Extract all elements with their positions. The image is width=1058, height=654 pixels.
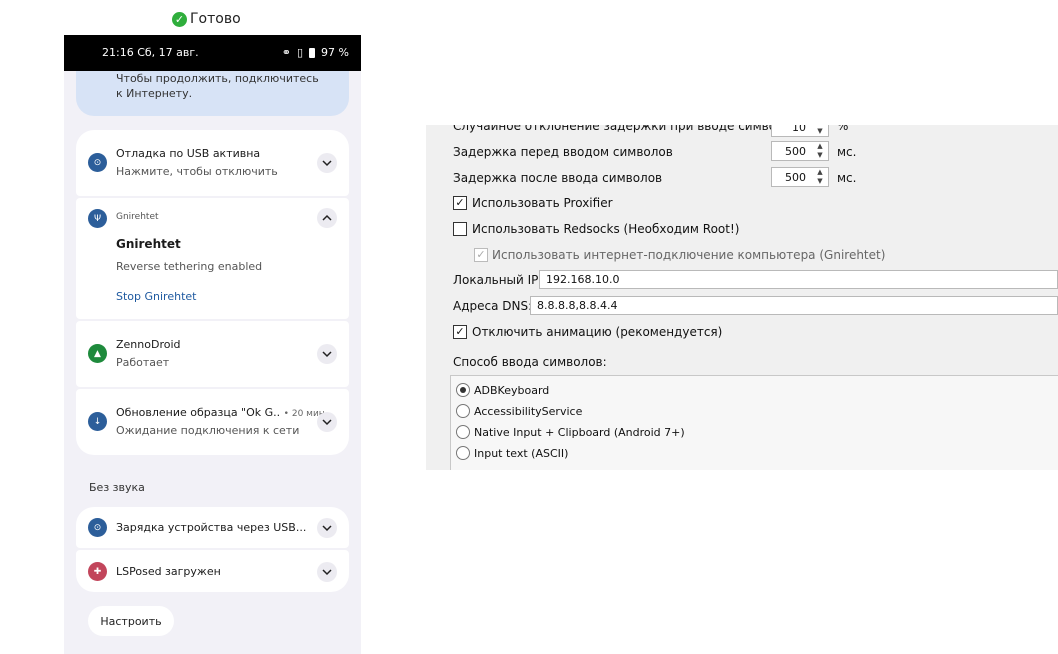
redsocks-label: Использовать Redsocks (Необходим Root!) <box>472 222 740 236</box>
customize-button[interactable]: Настроить <box>88 606 174 636</box>
dns-input[interactable]: 8.8.8.8,8.8.4.4 <box>530 296 1058 315</box>
notification-zennodroid[interactable]: ▲ ZennoDroid Работает <box>76 321 349 387</box>
vibrate-icon: ▯ <box>296 46 304 59</box>
phone-status-bar: 21:16 Сб, 17 авг. ⚭ ▯ 97 % <box>64 35 361 71</box>
proxifier-label: Использовать Proxifier <box>472 196 613 210</box>
network-required-text: Чтобы продолжить, подключитесь к Интерне… <box>116 72 319 100</box>
network-required-card[interactable]: Чтобы продолжить, подключитесь к Интерне… <box>76 71 349 116</box>
random-delay-label: Случайное отклонение задержки при вводе … <box>453 125 799 133</box>
delay-before-label: Задержка перед вводом символов <box>453 145 673 159</box>
delay-before-spinner[interactable]: 500 ▲ ▼ <box>771 141 829 161</box>
notification-usb-charging[interactable]: ⊙ Зарядка устройства через USB... <box>76 507 349 548</box>
spinner-arrows-icon[interactable]: ▲▼ <box>814 125 826 136</box>
notification-subtitle: Работает <box>116 356 170 369</box>
redsocks-checkbox[interactable] <box>453 222 467 236</box>
collapse-chevron-icon[interactable] <box>317 208 337 228</box>
expand-chevron-icon[interactable] <box>317 412 337 432</box>
radio-native-input-label: Native Input + Clipboard (Android 7+) <box>474 426 685 439</box>
radio-accessibility[interactable] <box>456 404 470 418</box>
notification-app-name: Gnirehtet <box>116 212 159 222</box>
disable-animation-checkbox[interactable]: ✓ <box>453 325 467 339</box>
notification-title: Обновление образца "Ok G.. • 20 мин. <box>116 406 328 419</box>
notification-update[interactable]: ↓ Обновление образца "Ok G.. • 20 мин. О… <box>76 389 349 455</box>
notification-subtitle: Нажмите, чтобы отключить <box>116 165 278 178</box>
notification-subtitle: Ожидание подключения к сети <box>116 424 300 437</box>
status-time: 21:16 Сб, 17 авг. <box>102 46 199 59</box>
disable-animation-label: Отключить анимацию (рекомендуется) <box>472 325 723 339</box>
random-delay-unit: % <box>837 125 849 133</box>
notification-gnirehtet[interactable]: Ψ Gnirehtet Gnirehtet Reverse tethering … <box>76 198 349 319</box>
proxifier-checkbox[interactable]: ✓ <box>453 196 467 210</box>
delay-after-label: Задержка после ввода символов <box>453 171 663 185</box>
settings-form: Случайное отклонение задержки при вводе … <box>426 125 1058 470</box>
lsposed-icon: ✚ <box>88 562 107 581</box>
delay-after-unit: мс. <box>837 171 857 185</box>
radio-input-text[interactable] <box>456 446 470 460</box>
input-method-label: Способ ввода символов: <box>453 355 607 369</box>
battery-level: 97 % <box>321 46 349 59</box>
link-icon: ⚭ <box>281 46 291 59</box>
phone-notification-shade: 21:16 Сб, 17 авг. ⚭ ▯ 97 % Чтобы продолж… <box>64 35 361 654</box>
delay-before-unit: мс. <box>837 145 857 159</box>
local-ip-label: Локальный IP: <box>453 273 543 287</box>
dns-label: Адреса DNS: <box>453 299 533 313</box>
delay-after-spinner[interactable]: 500 ▲ ▼ <box>771 167 829 187</box>
ready-status: ✓ Готово <box>172 10 241 28</box>
notification-title: Gnirehtet <box>116 237 181 251</box>
notification-usb-debug[interactable]: ⊙ Отладка по USB активна Нажмите, чтобы … <box>76 130 349 196</box>
pc-internet-label: Использовать интернет-подключение компью… <box>492 248 886 262</box>
silent-section-header: Без звука <box>89 481 145 494</box>
settings-panel: Случайное отклонение задержки при вводе … <box>426 0 1058 654</box>
usb-icon: Ψ <box>88 209 107 228</box>
notification-subtitle: Reverse tethering enabled <box>116 260 263 273</box>
usb-debug-icon: ⊙ <box>88 153 107 172</box>
check-circle-icon: ✓ <box>172 11 187 27</box>
local-ip-input[interactable]: 192.168.10.0 <box>539 270 1058 289</box>
pc-internet-checkbox[interactable]: ✓ <box>474 248 488 262</box>
spinner-arrows-icon[interactable]: ▲▼ <box>814 168 826 186</box>
notification-title: Отладка по USB активна <box>116 147 261 160</box>
zenno-icon: ▲ <box>88 344 107 363</box>
ready-label: Готово <box>190 11 241 27</box>
stop-gnirehtet-button[interactable]: Stop Gnirehtet <box>116 290 196 303</box>
battery-icon <box>309 47 316 58</box>
expand-chevron-icon[interactable] <box>317 344 337 364</box>
spinner-arrows-icon[interactable]: ▲▼ <box>814 142 826 160</box>
notification-lsposed[interactable]: ✚ LSPosed загружен <box>76 550 349 592</box>
notification-title: ZennoDroid <box>116 338 181 351</box>
random-delay-spinner[interactable]: 10 ▲▼ <box>771 125 829 137</box>
download-icon: ↓ <box>88 412 107 431</box>
radio-accessibility-label: AccessibilityService <box>474 405 583 418</box>
usb-debug-icon: ⊙ <box>88 518 107 537</box>
notification-title: Зарядка устройства через USB... <box>116 521 307 534</box>
radio-input-text-label: Input text (ASCII) <box>474 447 569 460</box>
expand-chevron-icon[interactable] <box>317 518 337 538</box>
radio-native-input[interactable] <box>456 425 470 439</box>
notification-title: LSPosed загружен <box>116 565 221 578</box>
radio-adbkeyboard-label: ADBKeyboard <box>474 384 550 397</box>
expand-chevron-icon[interactable] <box>317 562 337 582</box>
radio-adbkeyboard[interactable] <box>456 383 470 397</box>
expand-chevron-icon[interactable] <box>317 153 337 173</box>
